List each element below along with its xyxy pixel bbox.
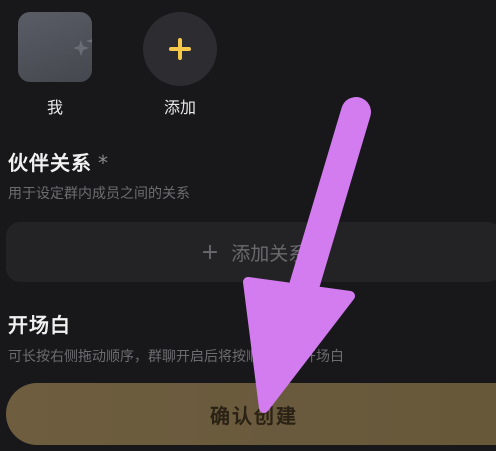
plus-icon — [169, 38, 191, 60]
opening-section-desc: 可长按右侧拖动顺序，群聊开启后将按顺序展示开场白 — [8, 349, 344, 365]
add-member-circle[interactable] — [143, 12, 217, 86]
confirm-create-button[interactable]: 确认创建 — [6, 383, 496, 445]
member-me-label: 我 — [46, 98, 63, 117]
confirm-create-label: 确认创建 — [210, 403, 298, 428]
group-create-page: 我 添加 伙伴关系 * 用于设定群内成员之间的关系 + 添加关系 开场白 可长按右… — [0, 0, 496, 451]
add-member-label: 添加 — [163, 98, 196, 117]
sparkle-icon — [73, 39, 92, 56]
add-relation-label: 添加关系 — [231, 242, 308, 265]
member-me[interactable]: 我 — [18, 12, 92, 118]
partner-section-title: 伙伴关系 * — [8, 150, 109, 176]
partner-title-text: 伙伴关系 — [8, 151, 92, 175]
required-mark: * — [98, 151, 109, 175]
add-relation-button[interactable]: + 添加关系 — [6, 222, 496, 282]
opening-section-title: 开场白 — [8, 313, 71, 337]
add-member-button[interactable]: 添加 — [143, 12, 217, 118]
plus-icon: + — [200, 239, 220, 265]
partner-section-desc: 用于设定群内成员之间的关系 — [8, 186, 190, 202]
avatar[interactable] — [18, 12, 92, 82]
